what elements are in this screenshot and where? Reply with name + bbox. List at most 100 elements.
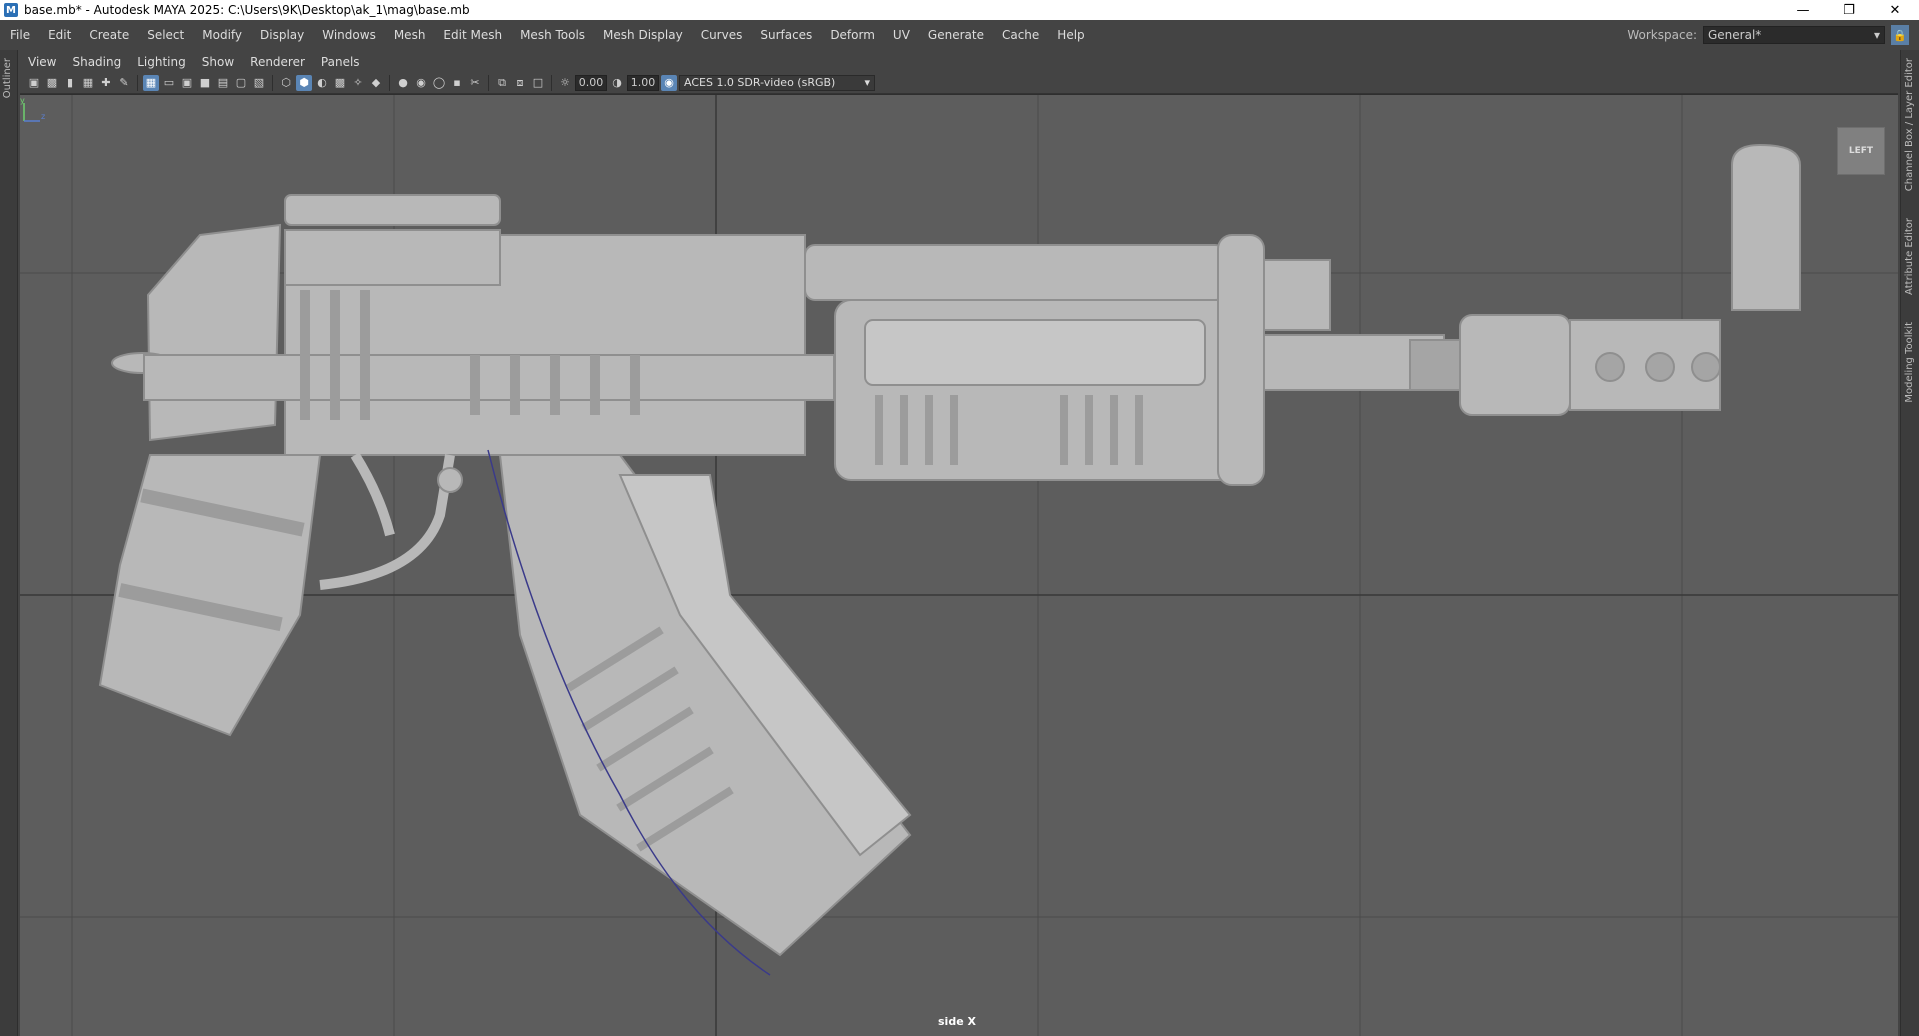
tab-attribute-editor[interactable]: Attribute Editor	[1904, 218, 1915, 295]
isolate-select-icon[interactable]: ✂	[467, 75, 483, 91]
resolution-gate-icon[interactable]: ▣	[179, 75, 195, 91]
toolbar-divider	[389, 74, 390, 91]
toolbar-divider	[551, 74, 552, 91]
axis-z-label: z	[41, 112, 45, 121]
tab-channel-box[interactable]: Channel Box / Layer Editor	[1904, 58, 1915, 191]
view-cube[interactable]: LEFT	[1837, 127, 1885, 175]
image-plane-icon[interactable]: ▦	[80, 75, 96, 91]
workspace-label: Workspace:	[1627, 28, 1697, 42]
menu-mesh[interactable]: Mesh	[385, 28, 435, 42]
workspace-dropdown[interactable]: General* ▾	[1703, 26, 1885, 44]
right-side-tabs: Channel Box / Layer Editor Attribute Edi…	[1900, 50, 1919, 1036]
wireframe-icon[interactable]: ⬡	[278, 75, 294, 91]
handguard-retainer	[1217, 234, 1265, 486]
two-d-pan-zoom-icon[interactable]: ✚	[98, 75, 114, 91]
safe-action-icon[interactable]: ▢	[233, 75, 249, 91]
menu-generate[interactable]: Generate	[919, 28, 993, 42]
panel-toolbar: ▣ ▩ ▮ ▦ ✚ ✎ ▦ ▭ ▣ ■ ▤ ▢ ▧ ⬡ ⬢ ◐ ▩ ✧ ◆ ● …	[20, 72, 1898, 94]
panel-menu-show[interactable]: Show	[194, 55, 242, 69]
ambient-occlusion-icon[interactable]: ●	[395, 75, 411, 91]
axis-y-label: y	[20, 96, 25, 105]
menu-create[interactable]: Create	[80, 28, 138, 42]
menu-display[interactable]: Display	[251, 28, 313, 42]
window-title: base.mb* - Autodesk MAYA 2025: C:\Users\…	[24, 3, 470, 17]
menu-surfaces[interactable]: Surfaces	[751, 28, 821, 42]
exposure-field[interactable]: 0.00	[575, 74, 607, 91]
xray-joints-icon[interactable]: ⧈	[512, 75, 528, 91]
menu-edit-mesh[interactable]: Edit Mesh	[434, 28, 511, 42]
menu-windows[interactable]: Windows	[313, 28, 385, 42]
side-viewport[interactable]: LEFT y z side X	[20, 94, 1898, 1036]
motion-blur-icon[interactable]: ◉	[413, 75, 429, 91]
outliner-label: Outliner	[2, 58, 13, 99]
panel-menu-bar: View Shading Lighting Show Renderer Pane…	[20, 52, 1898, 72]
field-chart-icon[interactable]: ▤	[215, 75, 231, 91]
anti-aliasing-icon[interactable]: ◯	[431, 75, 447, 91]
muzzle-collar	[1459, 314, 1571, 416]
view-cube-label: LEFT	[1848, 146, 1874, 156]
muzzle-port	[1595, 352, 1625, 382]
safe-title-icon[interactable]: ▧	[251, 75, 267, 91]
menu-uv[interactable]: UV	[884, 28, 919, 42]
menu-modify[interactable]: Modify	[193, 28, 251, 42]
chevron-down-icon: ▾	[1873, 28, 1880, 42]
backface-culling-icon[interactable]: □	[530, 75, 546, 91]
textured-icon[interactable]: ▩	[332, 75, 348, 91]
muzzle-port	[1645, 352, 1675, 382]
axis-gizmo-icon: y z	[20, 96, 45, 122]
grease-pencil-icon[interactable]: ✎	[116, 75, 132, 91]
lock-icon[interactable]: 🔒	[1891, 25, 1909, 45]
smooth-shade-icon[interactable]: ⬢	[296, 74, 312, 91]
trigger-guard	[319, 452, 455, 590]
menu-file[interactable]: File	[0, 28, 39, 42]
panel-menu-panels[interactable]: Panels	[313, 55, 368, 69]
wireframe-on-shaded-icon[interactable]: ◐	[314, 75, 330, 91]
trigger-pin	[437, 467, 463, 493]
bookmark-icon[interactable]: ▮	[62, 75, 78, 91]
rifle-model[interactable]	[98, 143, 1801, 957]
outliner-collapsed-panel[interactable]: Outliner	[0, 50, 18, 1036]
menu-curves[interactable]: Curves	[692, 28, 752, 42]
maya-app-icon: M	[4, 3, 18, 17]
depth-of-field-icon[interactable]: ▪	[449, 75, 465, 91]
exposure-icon[interactable]: ☼	[557, 75, 573, 91]
gamma-icon[interactable]: ◑	[609, 75, 625, 91]
panel-menu-lighting[interactable]: Lighting	[129, 55, 194, 69]
grid-icon[interactable]: ▦	[143, 74, 159, 91]
minimize-icon[interactable]: —	[1780, 0, 1826, 20]
xray-icon[interactable]: ⧉	[494, 75, 510, 91]
panel-menu-shading[interactable]: Shading	[64, 55, 129, 69]
panel-menu-view[interactable]: View	[20, 55, 64, 69]
tab-modeling-toolkit[interactable]: Modeling Toolkit	[1904, 322, 1915, 403]
camera-icon[interactable]: ▣	[26, 75, 42, 91]
menu-mesh-display[interactable]: Mesh Display	[594, 28, 692, 42]
menu-mesh-tools[interactable]: Mesh Tools	[511, 28, 594, 42]
close-icon[interactable]: ✕	[1872, 0, 1918, 20]
toolbar-divider	[488, 74, 489, 91]
top-cover	[284, 229, 501, 286]
muzzle-port	[1691, 352, 1721, 382]
camera-attributes-icon[interactable]: ▩	[44, 75, 60, 91]
menu-help[interactable]: Help	[1048, 28, 1093, 42]
shadows-icon[interactable]: ◆	[368, 75, 384, 91]
viewport-canvas[interactable]	[20, 95, 1898, 1036]
film-gate-icon[interactable]: ▭	[161, 75, 177, 91]
color-space-dropdown[interactable]: ACES 1.0 SDR-video (sRGB) ▾	[679, 74, 875, 91]
restore-icon[interactable]: ❐	[1826, 0, 1872, 20]
camera-label: side X	[938, 1015, 976, 1028]
color-management-icon[interactable]: ◉	[661, 74, 677, 91]
gamma-field[interactable]: 1.00	[627, 74, 659, 91]
title-bar: M base.mb* - Autodesk MAYA 2025: C:\User…	[0, 0, 1919, 20]
rear-sight-block	[284, 194, 501, 226]
menu-deform[interactable]: Deform	[821, 28, 884, 42]
menu-select[interactable]: Select	[138, 28, 193, 42]
menu-edit[interactable]: Edit	[39, 28, 80, 42]
workspace-selector: Workspace: General* ▾ 🔒	[1627, 20, 1909, 50]
menu-cache[interactable]: Cache	[993, 28, 1048, 42]
color-space-value: ACES 1.0 SDR-video (sRGB)	[684, 76, 836, 89]
side-rail	[143, 354, 835, 401]
gate-mask-icon[interactable]: ■	[197, 75, 213, 91]
panel-menu-renderer[interactable]: Renderer	[242, 55, 313, 69]
use-all-lights-icon[interactable]: ✧	[350, 75, 366, 91]
toolbar-divider	[272, 74, 273, 91]
